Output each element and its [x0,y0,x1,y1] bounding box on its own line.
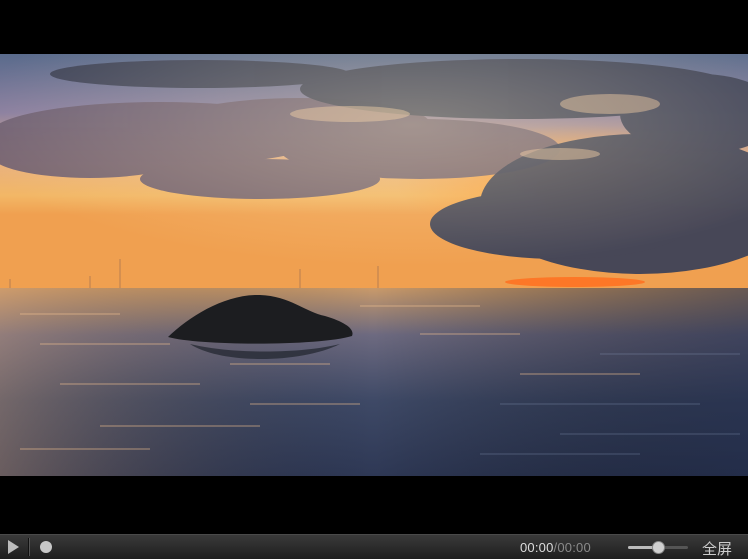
time-display: 00:00/00:00 [520,540,591,555]
video-frame[interactable] [0,54,748,476]
play-button[interactable] [4,538,22,556]
progress-knob[interactable] [40,541,52,553]
current-time: 00:00 [520,540,554,555]
video-player: 00:00/00:00 全屏 [0,0,748,559]
video-image [0,54,748,476]
separator-line [28,538,30,556]
fullscreen-button[interactable]: 全屏 [702,538,732,559]
total-time: 00:00 [557,540,591,555]
control-bar: 00:00/00:00 全屏 [0,534,748,559]
volume-knob[interactable] [652,541,665,554]
play-icon [8,540,19,554]
volume-slider[interactable] [628,541,688,554]
progress-bar[interactable] [40,541,510,553]
